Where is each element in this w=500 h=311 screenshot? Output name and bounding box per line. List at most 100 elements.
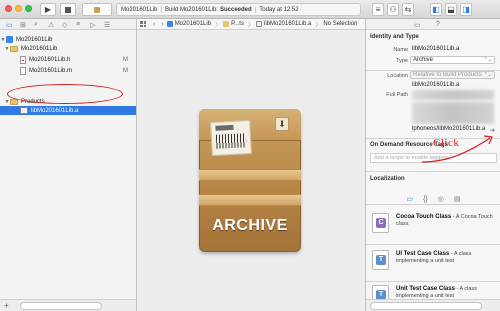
project-icon — [6, 36, 13, 43]
forward-arrow-icon[interactable]: › — [161, 21, 163, 28]
template-glyph: T — [376, 255, 386, 265]
report-icon[interactable]: ☰ — [104, 21, 110, 29]
toolbar: ▶ Mo201601Lib | Build Mo201601Lib: Succe… — [0, 0, 500, 19]
add-icon[interactable]: + — [4, 301, 9, 310]
standard-editor-button[interactable]: ≡ — [372, 3, 384, 16]
breakpoint-icon[interactable]: ▷ — [90, 21, 95, 29]
activity-viewer: Mo201601Lib | Build Mo201601Lib: Succeed… — [116, 3, 361, 16]
related-items-icon[interactable] — [140, 21, 146, 27]
lines-icon: ≡ — [375, 5, 381, 14]
code-snippet-icon[interactable]: {} — [423, 196, 428, 203]
template-name: UI Test Case Class — [396, 251, 450, 257]
template-text: UI Test Case Class - A class implementin… — [396, 251, 496, 265]
type-popup[interactable]: Archive ⌃⌄ — [410, 56, 495, 64]
back-arrow-icon[interactable]: ‹ — [153, 21, 155, 28]
symbol-icon[interactable]: ⊞ — [20, 21, 26, 29]
template-name: Cocoa Touch Class — [396, 214, 452, 220]
template-item[interactable]: C Cocoa Touch Class - A Cocoa Touch clas… — [366, 208, 500, 244]
version-editor-button[interactable]: ⇆ — [402, 3, 414, 16]
jump-bar: ‹ › Mo201601Lib 〉 P...ts 〉 libMo201601Li… — [137, 19, 365, 30]
archive-tape-lower — [199, 194, 301, 206]
stop-icon — [65, 6, 71, 13]
redacted-path-area — [412, 90, 494, 100]
barcode-icon — [215, 133, 247, 149]
toggle-inspector-button[interactable]: ◨ — [460, 3, 472, 16]
test-icon[interactable]: ◇ — [62, 21, 67, 29]
debug-icon[interactable]: ≡ — [76, 21, 80, 28]
activity-separator: | — [254, 6, 257, 13]
toggle-debug-area-button[interactable]: ⬓ — [445, 3, 457, 16]
activity-separator: | — [160, 6, 162, 13]
chevron-right-icon: 〉 — [215, 22, 222, 29]
tree-item-product-selected[interactable]: libMo201601Lib.a — [0, 106, 136, 115]
scheme-icon — [94, 6, 100, 13]
stop-button[interactable] — [60, 3, 76, 16]
full-path-label: Full Path — [386, 92, 408, 98]
scm-status-badge: M — [123, 67, 128, 74]
jumpbar-crumb-selection[interactable]: No Selection — [323, 21, 357, 27]
activity-status: Succeeded — [219, 6, 252, 13]
tree-item-label: libMo201601Lib.a — [31, 107, 79, 114]
tree-item-project[interactable]: ▼ Mo201601Lib — [0, 35, 136, 44]
inspector-tab-bar: ▭ ? — [366, 19, 500, 30]
tree-item-file[interactable]: Mo201601Lib.h M — [0, 55, 136, 64]
toggle-navigator-button[interactable]: ◧ — [430, 3, 442, 16]
assistant-editor-button[interactable]: ⚇ — [387, 3, 399, 16]
folder-icon[interactable]: ▭ — [6, 21, 13, 29]
divider — [366, 171, 500, 172]
library-filter-input[interactable] — [370, 302, 482, 310]
tree-item-group[interactable]: ▼ Mo201601Lib — [0, 44, 136, 53]
location-label: Location — [387, 73, 408, 79]
chevron-right-icon: 〉 — [247, 22, 254, 29]
file-template-icon[interactable]: ▭ — [406, 195, 413, 203]
location-popup[interactable]: Relative to Build Products ⌃⌄ — [410, 71, 495, 79]
tree-item-file[interactable]: Mo201601Lib.m M — [0, 66, 136, 75]
name-label: Name — [393, 47, 408, 53]
popup-caret-icon: ⌃⌄ — [483, 57, 492, 63]
archive-label-title — [215, 124, 234, 131]
jumpbar-crumb-file[interactable]: libMo201601Lib.a — [264, 21, 311, 27]
localization-section-title: Localization — [370, 176, 405, 182]
library-icon — [20, 107, 28, 114]
header-file-icon — [20, 55, 26, 64]
minimize-window-button[interactable] — [15, 5, 22, 12]
editor-area: ‹ › Mo201601Lib 〉 P...ts 〉 libMo201601Li… — [137, 19, 365, 311]
name-field[interactable]: libMo201601Lib.a — [412, 46, 459, 52]
project-icon — [166, 21, 173, 27]
navigator-filter-bar: + — [0, 299, 136, 311]
popup-caret-icon: ⌃⌄ — [483, 72, 492, 78]
assistant-icon: ⚇ — [389, 5, 397, 14]
tree-item-label: Mo201601Lib — [16, 36, 53, 43]
folder-icon — [10, 45, 18, 52]
zoom-window-button[interactable] — [25, 5, 32, 12]
scm-status-badge: M — [123, 56, 128, 63]
run-button[interactable]: ▶ — [40, 3, 56, 16]
quick-help-icon[interactable]: ? — [436, 21, 440, 28]
activity-status-prefix: Build Mo201601Lib: — [164, 6, 218, 13]
jumpbar-crumb-group[interactable]: P...ts — [231, 21, 244, 27]
file-inspector-icon[interactable]: ▭ — [414, 21, 421, 29]
cocoa-touch-class-icon: C — [372, 213, 389, 233]
activity-scheme: Mo201601Lib — [121, 6, 158, 13]
navigator-filter-input[interactable] — [20, 302, 102, 310]
right-panel-icon: ◨ — [462, 5, 470, 14]
warning-icon[interactable]: ⚠ — [48, 21, 54, 29]
media-library-icon[interactable]: ▤ — [454, 195, 461, 203]
highlight-ellipse-annotation — [7, 84, 123, 104]
jumpbar-crumb-project[interactable]: Mo201601Lib — [175, 21, 211, 27]
template-glyph: C — [376, 218, 386, 228]
template-item[interactable]: T Unit Test Case Class - A class impleme… — [366, 265, 500, 305]
scheme-selector[interactable] — [82, 3, 112, 16]
source-file-icon — [20, 66, 26, 75]
template-text: Unit Test Case Class - A class implement… — [396, 286, 496, 300]
download-arrow-icon: ⬇ — [275, 117, 289, 131]
redacted-path-area — [412, 102, 494, 124]
project-navigator: ▭ ⊞ ⌕ ⚠ ◇ ≡ ▷ ☰ ▼ Mo201601Lib ▼ Mo201601… — [0, 19, 137, 311]
type-label: Type — [396, 58, 408, 64]
tree-item-label: Mo201601Lib.m — [29, 67, 73, 74]
object-library-icon[interactable]: ◎ — [438, 195, 444, 203]
close-window-button[interactable] — [5, 5, 12, 12]
library-tab-bar: ▭ {} ◎ ▤ — [366, 194, 500, 205]
search-icon[interactable]: ⌕ — [34, 21, 38, 29]
folder-icon — [223, 21, 230, 27]
